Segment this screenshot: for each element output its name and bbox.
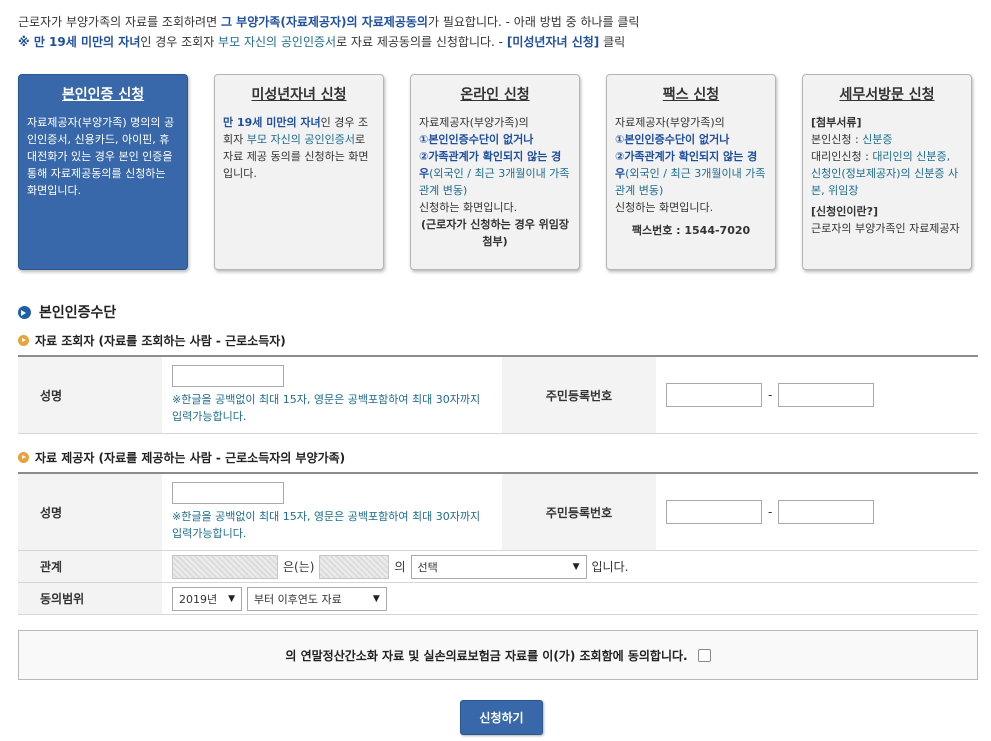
bullet-arrow-icon [18, 335, 29, 346]
card-self-auth-title[interactable]: 본인인증 신청 [27, 87, 179, 104]
consent-text: 의 연말정산간소화 자료 및 실손의료보험금 자료를 이(가) 조회함에 동의합… [285, 648, 688, 663]
viewer-form: 성명 ※한글을 공백없이 최대 15자, 영문은 공백포함하여 최대 30자까지… [18, 355, 978, 434]
scope-year-select[interactable]: 2019년 ▼ [172, 586, 242, 611]
card-self-auth[interactable]: 본인인증 신청 자료제공자(부양가족) 명의의 공인인증서, 신용카드, 아이핀… [18, 74, 188, 270]
card-minor[interactable]: 미성년자녀 신청 만 19세 미만의 자녀인 경우 조회자 부모 자신의 공인인… [214, 74, 384, 270]
bullet-arrow-icon [18, 305, 31, 319]
viewer-ssn-front-input[interactable] [666, 383, 762, 407]
consent-checkbox[interactable] [697, 648, 711, 662]
provider-subtitle: 자료 제공자 (자료를 제공하는 사람 - 근로소득자의 부양가족) [18, 449, 345, 466]
card-online-b2: ①본인인증수단이 없거나 [419, 133, 534, 146]
consent-box: 의 연말정산간소화 자료 및 실손의료보험금 자료를 이(가) 조회함에 동의합… [18, 630, 978, 680]
intro-line-1: 근로자가 부양가족의 자료를 조회하려면 그 부양가족(자료제공자)의 자료제공… [18, 12, 978, 32]
triangle-down-icon: ▼ [228, 593, 235, 604]
provider-name-label: 성명 [18, 473, 162, 551]
card-visit-b3: 신분증 [862, 133, 893, 146]
card-minor-b3: 부모 자신의 공인인증서 [246, 133, 355, 146]
card-minor-body: 만 19세 미만의 자녀인 경우 조회자 부모 자신의 공인인증서로 자료 제공… [223, 114, 375, 182]
relation-end-text: 입니다. [591, 560, 629, 574]
scope-range-select[interactable]: 부터 이후연도 자료 ▼ [246, 586, 387, 611]
intro-text-1a: 근로자가 부양가족의 자료를 조회하려면 [18, 15, 221, 29]
card-visit-title[interactable]: 세무서방문 신청 [811, 87, 963, 104]
card-visit-b4: 대리인신청 : [811, 150, 873, 163]
card-minor-b1: 만 19세 미만의 자녀 [223, 116, 321, 129]
bullet-arrow-icon [18, 452, 29, 463]
card-online-title[interactable]: 온라인 신청 [419, 87, 571, 104]
relation-label: 관계 [18, 550, 162, 583]
provider-ssn-dash: - [768, 505, 773, 519]
intro-text-2f: 클릭 [599, 35, 626, 49]
card-fax-b2: ①본인인증수단이 없거나 [615, 133, 730, 146]
intro-text-2d: 로 자료 제공동의를 신청합니다. - [336, 35, 507, 49]
card-online-b5: 신청하는 화면입니다. [419, 201, 518, 214]
card-visit-b7: 근로자의 부양가족인 자료제공자 [811, 222, 960, 235]
relation-select-value: 선택 [417, 560, 438, 574]
minor-request-link[interactable]: [미성년자녀 신청] [507, 35, 599, 49]
viewer-name-input[interactable] [172, 365, 284, 387]
card-online-body: 자료제공자(부양가족)의 ①본인인증수단이 없거나 ②가족관계가 확인되지 않는… [419, 114, 571, 250]
card-visit-b6: [신청인이란?] [811, 205, 879, 218]
section-title: 본인인증수단 [18, 302, 116, 322]
card-visit-b2: 본인신청 : [811, 133, 863, 146]
card-fax-number: 팩스번호 : 1544-7020 [631, 224, 751, 237]
submit-button[interactable]: 신청하기 [460, 700, 543, 735]
scope-label: 동의범위 [18, 582, 162, 615]
scope-range-value: 부터 이후연도 자료 [253, 592, 342, 606]
intro-text-2a: ※ 만 19세 미만의 자녀 [18, 35, 141, 49]
viewer-name-label: 성명 [18, 356, 162, 434]
intro-text: 근로자가 부양가족의 자료를 조회하려면 그 부양가족(자료제공자)의 자료제공… [18, 12, 978, 52]
provider-ssn-back-input[interactable] [778, 500, 875, 524]
card-online[interactable]: 온라인 신청 자료제공자(부양가족)의 ①본인인증수단이 없거나 ②가족관계가 … [410, 74, 580, 270]
provider-ssn-label: 주민등록번호 [502, 473, 656, 551]
card-online-b4: (외국인 / 최근 3개월이내 가족관계 변동) [419, 167, 570, 197]
card-minor-title[interactable]: 미성년자녀 신청 [223, 87, 375, 104]
relation-viewer-name-display [172, 554, 278, 579]
intro-text-1c: 가 필요합니다. - 아래 방법 중 하나를 클릭 [427, 15, 640, 29]
card-self-auth-body: 자료제공자(부양가족) 명의의 공인인증서, 신용카드, 아이핀, 휴대전화가 … [27, 116, 175, 197]
intro-text-1b: 그 부양가족(자료제공자)의 자료제공동의 [220, 15, 428, 29]
provider-form: 성명 ※한글을 공백없이 최대 15자, 영문은 공백포함하여 최대 30자까지… [18, 472, 978, 615]
viewer-ssn-label: 주민등록번호 [502, 356, 656, 434]
provider-name-input[interactable] [172, 482, 284, 504]
relation-mid-text: 은(는) [283, 560, 315, 574]
viewer-ssn-back-input[interactable] [778, 383, 875, 407]
card-visit-body: [첨부서류] 본인신청 : 신분증 대리인신청 : 대리인의 신분증, 신청인(… [811, 114, 963, 237]
intro-line-2: ※ 만 19세 미만의 자녀인 경우 조회자 부모 자신의 공인인증서로 자료 … [18, 32, 978, 52]
submit-button-label: 신청하기 [479, 711, 524, 725]
card-visit[interactable]: 세무서방문 신청 [첨부서류] 본인신청 : 신분증 대리인신청 : 대리인의 … [802, 74, 972, 270]
provider-ssn-group: - [666, 500, 968, 524]
intro-text-2b: 인 경우 조회자 [140, 35, 219, 49]
viewer-name-note: ※한글을 공백없이 최대 15자, 영문은 공백포함하여 최대 30자까지 입력… [172, 393, 481, 423]
provider-subtitle-text: 자료 제공자 (자료를 제공하는 사람 - 근로소득자의 부양가족) [35, 451, 346, 465]
triangle-down-icon: ▼ [372, 593, 380, 604]
relation-select[interactable]: 선택 ▼ [410, 554, 587, 579]
intro-text-2c: 부모 자신의 공인인증서 [218, 35, 337, 49]
card-fax-title[interactable]: 팩스 신청 [615, 87, 767, 104]
card-fax-body: 자료제공자(부양가족)의 ①본인인증수단이 없거나 ②가족관계가 확인되지 않는… [615, 114, 767, 239]
triangle-down-icon: ▼ [572, 561, 580, 572]
card-fax-b5: 신청하는 화면입니다. [615, 201, 714, 214]
provider-name-note: ※한글을 공백없이 최대 15자, 영문은 공백포함하여 최대 30자까지 입력… [172, 510, 481, 540]
card-visit-b1: [첨부서류] [811, 116, 862, 129]
card-fax-b1: 자료제공자(부양가족)의 [615, 116, 725, 129]
section-title-text: 본인인증수단 [39, 305, 117, 321]
relation-of-text: 의 [394, 560, 406, 574]
card-fax[interactable]: 팩스 신청 자료제공자(부양가족)의 ①본인인증수단이 없거나 ②가족관계가 확… [606, 74, 776, 270]
viewer-subtitle-text: 자료 조회자 (자료를 조회하는 사람 - 근로소득자) [35, 334, 286, 348]
viewer-ssn-dash: - [768, 388, 773, 402]
provider-ssn-front-input[interactable] [666, 500, 762, 524]
viewer-subtitle: 자료 조회자 (자료를 조회하는 사람 - 근로소득자) [18, 332, 286, 349]
viewer-ssn-group: - [666, 383, 968, 407]
scope-year-value: 2019년 [179, 592, 218, 606]
card-online-b6: (근로자가 신청하는 경우 위임장 첨부) [420, 218, 570, 248]
relation-provider-name-display [319, 554, 390, 579]
card-online-b1: 자료제공자(부양가족)의 [419, 116, 529, 129]
card-fax-b4: (외국인 / 최근 3개월이내 가족관계 변동) [615, 167, 766, 197]
